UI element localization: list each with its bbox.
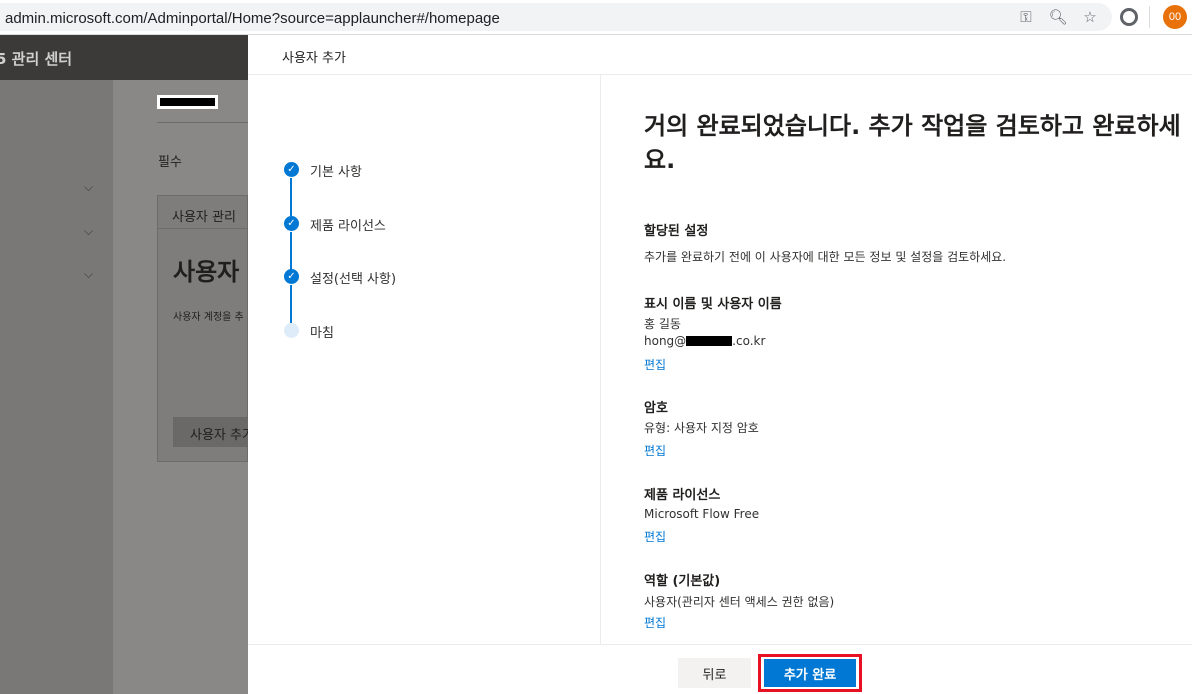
divider [157,122,248,123]
password-title: 암호 [644,401,668,416]
email-suffix: .co.kr [732,334,766,348]
step-label: 기본 사항 [310,165,362,180]
toolbar-divider [1149,6,1150,28]
star-icon[interactable]: ☆ [1080,7,1100,27]
role-value: 사용자(관리자 센터 액세스 권한 없음) [644,595,835,609]
step-label: 제품 라이선스 [310,219,386,234]
license-value: Microsoft Flow Free [644,507,760,521]
address-bar[interactable]: admin.microsoft.com/Adminportal/Home?sou… [0,3,1112,31]
browser-toolbar: admin.microsoft.com/Adminportal/Home?sou… [0,0,1192,35]
divider [158,228,248,229]
card-small-text: 사용자 계정을 추 [173,312,244,323]
footer-divider [248,644,1192,645]
url-text[interactable]: admin.microsoft.com/Adminportal/Home?sou… [5,10,500,27]
assigned-settings-title: 할당된 설정 [644,224,709,239]
card-big-text: 사용자 [173,258,240,286]
key-icon[interactable]: ⚿ [1016,7,1036,27]
chevron-down-icon: ⌵ [84,224,94,238]
finish-adding-button[interactable]: 추가 완료 [764,659,856,687]
step-connector [290,178,292,216]
role-title: 역할 (기본값) [644,574,721,589]
admin-topbar: 5 관리 센터 [0,35,248,80]
chevron-down-icon: ⌵ [84,267,94,281]
redacted-name [157,95,218,109]
display-name-title: 표시 이름 및 사용자 이름 [644,297,782,312]
password-type: 유형: 사용자 지정 암호 [644,421,759,435]
step-label: 설정(선택 사항) [310,272,397,287]
divider [248,74,1192,75]
redacted-domain [686,336,733,346]
username-value: hong@ .co.kr [644,334,765,348]
add-user-panel: 사용자 추가 ✓ 기본 사항 ✓ 제품 라이선스 ✓ 설정(선택 사항) 마침 … [248,35,1192,694]
edit-display-name-link[interactable]: 편집 [644,356,666,373]
admin-title: 5 관리 센터 [0,50,73,68]
pending-dot-icon [284,323,299,338]
back-button[interactable]: 뒤로 [678,658,751,688]
assigned-settings-desc: 추가를 완료하기 전에 이 사용자에 대한 모든 정보 및 설정을 검토하세요. [644,250,1007,264]
edit-password-link[interactable]: 편집 [644,442,666,459]
step-label: 마침 [310,326,334,341]
panel-title: 사용자 추가 [282,51,346,66]
check-icon: ✓ [284,216,299,231]
profile-avatar[interactable]: 00 [1163,5,1187,29]
step-connector [290,232,292,270]
check-icon: ✓ [284,269,299,284]
check-icon: ✓ [284,162,299,177]
edit-license-link[interactable]: 편집 [644,528,666,545]
required-label: 필수 [158,155,182,170]
card-header: 사용자 관리 [172,210,236,225]
page-heading: 거의 완료되었습니다. 추가 작업을 검토하고 완료하세요. [644,112,1181,174]
display-name-value: 홍 길동 [644,317,681,331]
zoom-icon[interactable]: 🔍︎ [1048,7,1068,27]
vertical-divider [600,75,601,644]
step-connector [290,285,292,323]
license-title: 제품 라이선스 [644,488,721,503]
email-prefix: hong@ [644,334,687,348]
edit-role-link[interactable]: 편집 [644,614,666,631]
admin-nav: ⌵ ⌵ ⌵ [0,80,113,694]
add-user-background-label: 사용자 추가 [190,428,254,443]
chevron-down-icon: ⌵ [84,180,94,194]
extension-icon[interactable] [1120,8,1138,26]
